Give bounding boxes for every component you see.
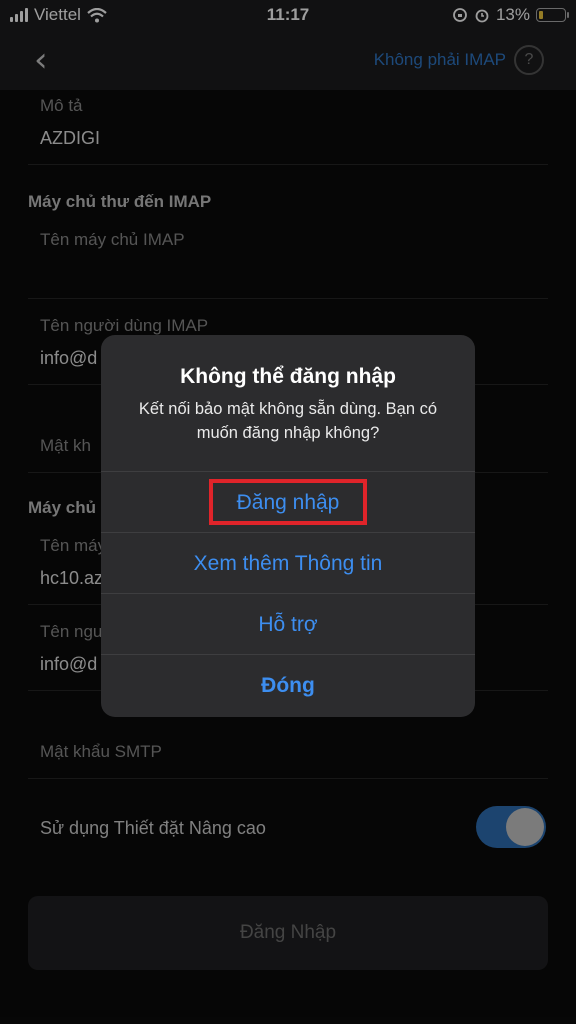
alert-title: Không thể đăng nhập bbox=[180, 365, 396, 388]
login-failed-alert: Không thể đăng nhập Kết nối bảo mật khôn… bbox=[101, 335, 475, 717]
alert-more-info-button[interactable]: Xem thêm Thông tin bbox=[101, 532, 475, 594]
alert-message: Kết nối bảo mật không sẵn dùng. Bạn có m… bbox=[138, 400, 438, 442]
alert-support-button[interactable]: Hỗ trợ bbox=[101, 593, 475, 655]
alert-close-button[interactable]: Đóng bbox=[101, 654, 475, 716]
highlight-box bbox=[209, 479, 367, 525]
